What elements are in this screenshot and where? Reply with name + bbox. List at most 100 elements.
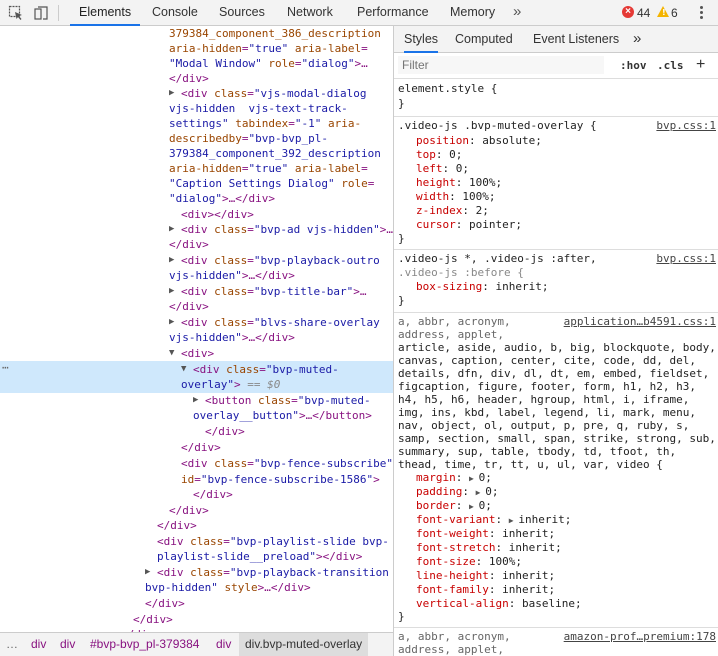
rule-selector-line[interactable]: address, applet, [398, 643, 504, 656]
expand-triangle-icon[interactable]: ▶ [469, 502, 479, 511]
dom-node-line[interactable]: </div> [145, 596, 185, 611]
style-property[interactable]: padding: ▶ 0; [416, 485, 499, 499]
rule-selector-line[interactable]: a, abbr, acronym, [398, 630, 511, 644]
dom-node-line[interactable]: settings" tabindex="-1" aria- [169, 116, 361, 131]
dom-node-line[interactable]: </div> [181, 440, 221, 455]
warning-count[interactable]: 6 [671, 0, 678, 26]
dom-node-line[interactable]: <div class="bvp-playlist-slide bvp- [157, 534, 389, 549]
rule-selector-line[interactable]: summary, sup, table, tbody, td, tfoot, t… [398, 445, 676, 459]
dom-node-line[interactable]: describedby="bvp-bvp_pl- [169, 131, 328, 146]
dom-node-line[interactable]: </div> [169, 299, 209, 314]
dom-node-line[interactable]: ▼ <div> [169, 346, 214, 361]
dom-node-line[interactable]: bvp-hidden" style>…</div> [145, 580, 311, 595]
dom-node-line[interactable]: </div> [205, 424, 245, 439]
rule-source-link[interactable]: application…b4591.css:1 [564, 315, 716, 329]
hover-state-toggle[interactable]: :hov [620, 53, 647, 79]
new-style-rule-button[interactable]: + [696, 53, 705, 77]
tab-console[interactable]: Console [152, 0, 198, 25]
styles-filter-input[interactable] [398, 56, 604, 74]
expand-triangle-icon[interactable]: ▶ [509, 516, 519, 525]
rule-selector-line[interactable]: details, dfn, div, dl, dt, em, embed, fi… [398, 367, 709, 381]
dom-node-line[interactable]: ▶ <button class="bvp-muted- [193, 393, 371, 408]
style-property[interactable]: position: absolute; [416, 134, 542, 148]
dom-node-line[interactable]: 379384_component_386_description [169, 26, 381, 41]
dom-node-line[interactable]: ▶ <div class="bvp-playback-transition [145, 565, 389, 580]
style-property[interactable]: width: 100%; [416, 190, 496, 204]
tab-styles[interactable]: Styles [404, 26, 439, 53]
rule-selector-line[interactable]: img, ins, kbd, label, legend, li, mark, … [398, 406, 696, 420]
breadcrumb-div-3[interactable]: div [216, 633, 231, 656]
dom-node-line[interactable]: ▶ <div class="blvs-share-overlay [169, 315, 380, 330]
rule-selector[interactable]: element.style { [398, 82, 497, 96]
dom-node-line[interactable]: </div> [169, 237, 209, 252]
dom-node-line[interactable]: ▶ <div class="bvp-ad vjs-hidden">… [169, 222, 393, 237]
dom-node-line[interactable]: vjs-hidden">…</div> [169, 330, 295, 345]
tab-network[interactable]: Network [287, 0, 333, 25]
rule-source-link[interactable]: bvp.css:1 [656, 252, 716, 266]
rule-selector-line[interactable]: address, applet, [398, 328, 504, 342]
dom-node-line[interactable]: </div> [169, 71, 209, 86]
rule-selector-line[interactable]: article, aside, audio, b, big, blockquot… [398, 341, 716, 355]
more-side-tabs-button[interactable]: » [633, 26, 641, 52]
breadcrumb-bvp-id[interactable]: #bvp-bvp_pl-379384 [90, 633, 199, 656]
rule-selector-line[interactable]: nav, object, ol, output, p, pre, q, ruby… [398, 419, 689, 433]
style-property[interactable]: line-height: inherit; [416, 569, 555, 583]
dom-node-line[interactable]: ▶ <div class="bvp-playback-outro [169, 253, 380, 268]
style-property[interactable]: font-size: 100%; [416, 555, 522, 569]
rule-selector-line[interactable]: figcaption, figure, footer, form, h1, h2… [398, 380, 696, 394]
dom-node-line[interactable]: <div></div> [181, 207, 254, 222]
dom-node-line[interactable]: aria-hidden="true" aria-label= [169, 41, 368, 56]
dom-node-line[interactable]: overlay__button">…</button> [193, 408, 372, 423]
rule-selector-line[interactable]: canvas, caption, center, cite, code, dd,… [398, 354, 696, 368]
expand-triangle-icon[interactable]: ▶ [169, 86, 174, 101]
rule-selector-line[interactable]: samp, section, small, span, strike, stro… [398, 432, 716, 446]
expand-triangle-icon[interactable]: ▶ [169, 253, 174, 268]
dom-node-line[interactable]: ▶ <div class="vjs-modal-dialog [169, 86, 366, 101]
expand-triangle-icon[interactable]: ▶ [469, 474, 479, 483]
expand-triangle-icon[interactable]: ▶ [193, 393, 198, 408]
dom-node-line[interactable]: </div> [169, 503, 209, 518]
dom-node-line[interactable]: </div> [193, 487, 233, 502]
dom-node-line[interactable]: </div> [157, 518, 197, 533]
style-property[interactable]: top: 0; [416, 148, 462, 162]
breadcrumb-div-1[interactable]: div [31, 633, 46, 656]
style-property[interactable]: left: 0; [416, 162, 469, 176]
dom-node-line[interactable]: "Caption Settings Dialog" role= [169, 176, 374, 191]
dom-node-line[interactable]: "Modal Window" role="dialog">… [169, 56, 368, 71]
style-property[interactable]: font-weight: inherit; [416, 527, 555, 541]
dom-node-line[interactable]: aria-hidden="true" aria-label= [169, 161, 368, 176]
selected-dom-node-line[interactable]: ▼ <div class="bvp-muted- [181, 362, 339, 377]
style-property[interactable]: z-index: 2; [416, 204, 489, 218]
dom-node-line[interactable]: <div class="bvp-fence-subscribe" [181, 456, 393, 471]
rule-source-link[interactable]: bvp.css:1 [656, 119, 716, 133]
style-property[interactable]: font-stretch: inherit; [416, 541, 562, 555]
dom-node-line[interactable]: 379384_component_392_description [169, 146, 381, 161]
tab-sources[interactable]: Sources [219, 0, 265, 25]
style-property[interactable]: border: ▶ 0; [416, 499, 492, 513]
breadcrumb-div-2[interactable]: div [60, 633, 75, 656]
selected-dom-node-line[interactable]: overlay"> == $0 [181, 377, 280, 392]
expand-triangle-icon[interactable]: ▶ [169, 222, 174, 237]
tab-performance[interactable]: Performance [357, 0, 429, 25]
dom-node-line[interactable]: </div> [133, 612, 173, 627]
rule-selector-line[interactable]: a, abbr, acronym, [398, 315, 511, 329]
tab-memory[interactable]: Memory [450, 0, 495, 25]
rule-selector-line[interactable]: h4, h5, h6, header, hgroup, html, i, ifr… [398, 393, 689, 407]
dom-node-line[interactable]: "dialog">…</div> [169, 191, 275, 206]
node-actions-ellipsis[interactable]: ⋯ [2, 361, 9, 374]
style-property[interactable]: margin: ▶ 0; [416, 471, 492, 485]
breadcrumb-muted-overlay[interactable]: div.bvp-muted-overlay [239, 633, 369, 656]
rule-source-link[interactable]: amazon-prof…premium:178 [564, 630, 716, 644]
expand-triangle-icon[interactable]: ▶ [169, 284, 174, 299]
style-property[interactable]: font-variant: ▶ inherit; [416, 513, 571, 527]
dom-node-line[interactable]: vjs-hidden">…</div> [169, 268, 295, 283]
collapse-triangle-icon[interactable]: ▼ [181, 362, 186, 377]
expand-triangle-icon[interactable]: ▶ [476, 488, 486, 497]
class-toggle[interactable]: .cls [657, 53, 684, 79]
selector-line-2[interactable]: .video-js :before { [398, 266, 524, 280]
style-property[interactable]: font-family: inherit; [416, 583, 555, 597]
error-icon[interactable]: × [622, 6, 634, 18]
more-tabs-button[interactable]: » [513, 0, 521, 25]
error-count[interactable]: 44 [637, 0, 650, 26]
style-property[interactable]: height: 100%; [416, 176, 502, 190]
